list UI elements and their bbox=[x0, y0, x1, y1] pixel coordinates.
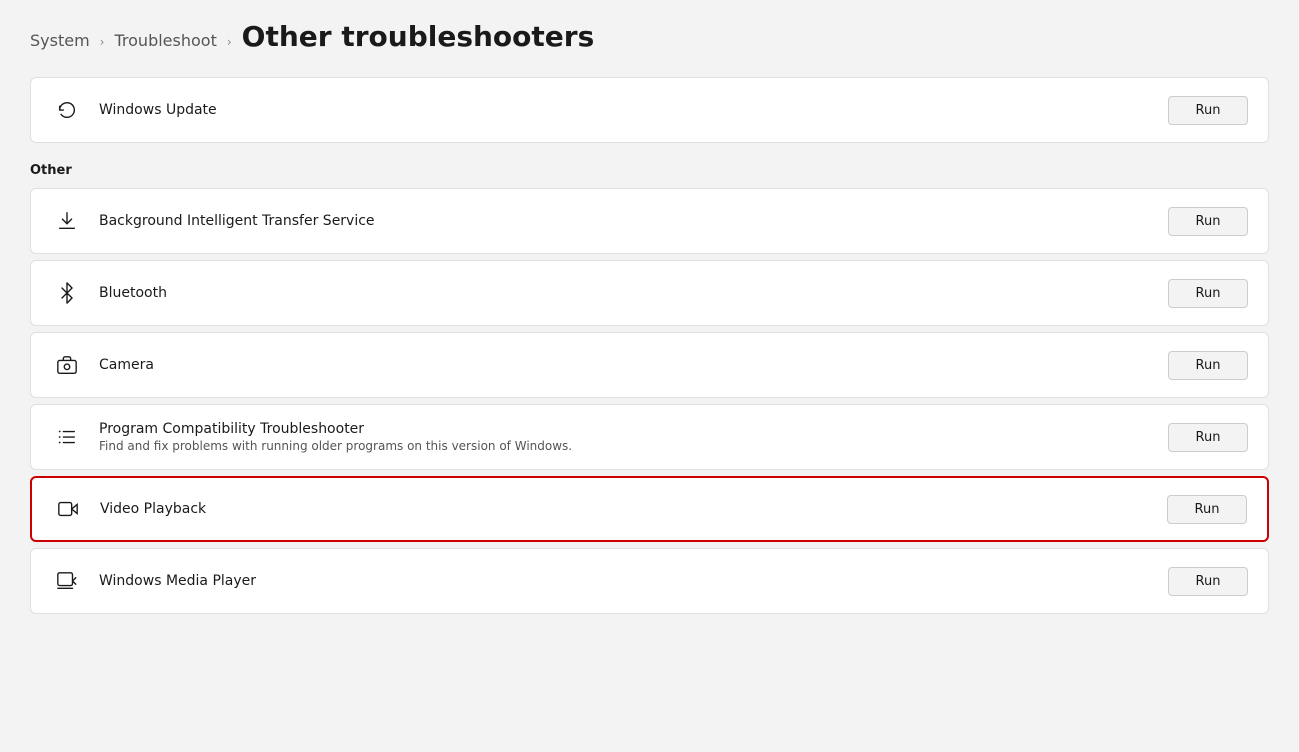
card-content-windows-update: Windows Update bbox=[99, 102, 1168, 118]
card-content-bits: Background Intelligent Transfer Service bbox=[99, 213, 1168, 229]
card-description-program-compat: Find and fix problems with running older… bbox=[99, 439, 1168, 453]
card-title-camera: Camera bbox=[99, 357, 1168, 373]
breadcrumb-system[interactable]: System bbox=[30, 31, 90, 50]
card-title-video-playback: Video Playback bbox=[100, 501, 1167, 517]
camera-icon bbox=[51, 349, 83, 381]
refresh-icon bbox=[51, 94, 83, 126]
breadcrumb-sep1: › bbox=[100, 35, 105, 49]
troubleshooter-card-bits: Background Intelligent Transfer ServiceR… bbox=[30, 188, 1269, 254]
troubleshooter-card-video-playback: Video PlaybackRun bbox=[30, 476, 1269, 542]
other-section-label: Other bbox=[30, 163, 1269, 178]
card-content-windows-media-player: Windows Media Player bbox=[99, 573, 1168, 589]
troubleshooter-card-program-compat: Program Compatibility Troubleshooter Find… bbox=[30, 404, 1269, 470]
run-button-camera[interactable]: Run bbox=[1168, 351, 1248, 380]
card-title-windows-media-player: Windows Media Player bbox=[99, 573, 1168, 589]
card-content-bluetooth: Bluetooth bbox=[99, 285, 1168, 301]
card-title-program-compat: Program Compatibility Troubleshooter bbox=[99, 421, 1168, 437]
card-title-bluetooth: Bluetooth bbox=[99, 285, 1168, 301]
breadcrumb-troubleshoot[interactable]: Troubleshoot bbox=[114, 31, 216, 50]
troubleshooter-card-windows-update: Windows UpdateRun bbox=[30, 77, 1269, 143]
run-button-bits[interactable]: Run bbox=[1168, 207, 1248, 236]
card-content-program-compat: Program Compatibility Troubleshooter Find… bbox=[99, 421, 1168, 453]
card-content-video-playback: Video Playback bbox=[100, 501, 1167, 517]
card-title-windows-update: Windows Update bbox=[99, 102, 1168, 118]
run-button-windows-update[interactable]: Run bbox=[1168, 96, 1248, 125]
breadcrumb: System › Troubleshoot › Other troublesho… bbox=[30, 20, 1269, 53]
run-button-video-playback[interactable]: Run bbox=[1167, 495, 1247, 524]
page-title: Other troubleshooters bbox=[242, 20, 595, 53]
bluetooth-icon bbox=[51, 277, 83, 309]
card-content-camera: Camera bbox=[99, 357, 1168, 373]
troubleshooter-card-camera: CameraRun bbox=[30, 332, 1269, 398]
download-icon bbox=[51, 205, 83, 237]
video-icon bbox=[52, 493, 84, 525]
run-button-bluetooth[interactable]: Run bbox=[1168, 279, 1248, 308]
run-button-windows-media-player[interactable]: Run bbox=[1168, 567, 1248, 596]
breadcrumb-sep2: › bbox=[227, 35, 232, 49]
card-title-bits: Background Intelligent Transfer Service bbox=[99, 213, 1168, 229]
top-section: Windows UpdateRun bbox=[30, 77, 1269, 143]
list-icon bbox=[51, 421, 83, 453]
troubleshooter-card-bluetooth: BluetoothRun bbox=[30, 260, 1269, 326]
other-section: Background Intelligent Transfer ServiceR… bbox=[30, 188, 1269, 614]
media-player-icon bbox=[51, 565, 83, 597]
run-button-program-compat[interactable]: Run bbox=[1168, 423, 1248, 452]
troubleshooter-card-windows-media-player: Windows Media PlayerRun bbox=[30, 548, 1269, 614]
